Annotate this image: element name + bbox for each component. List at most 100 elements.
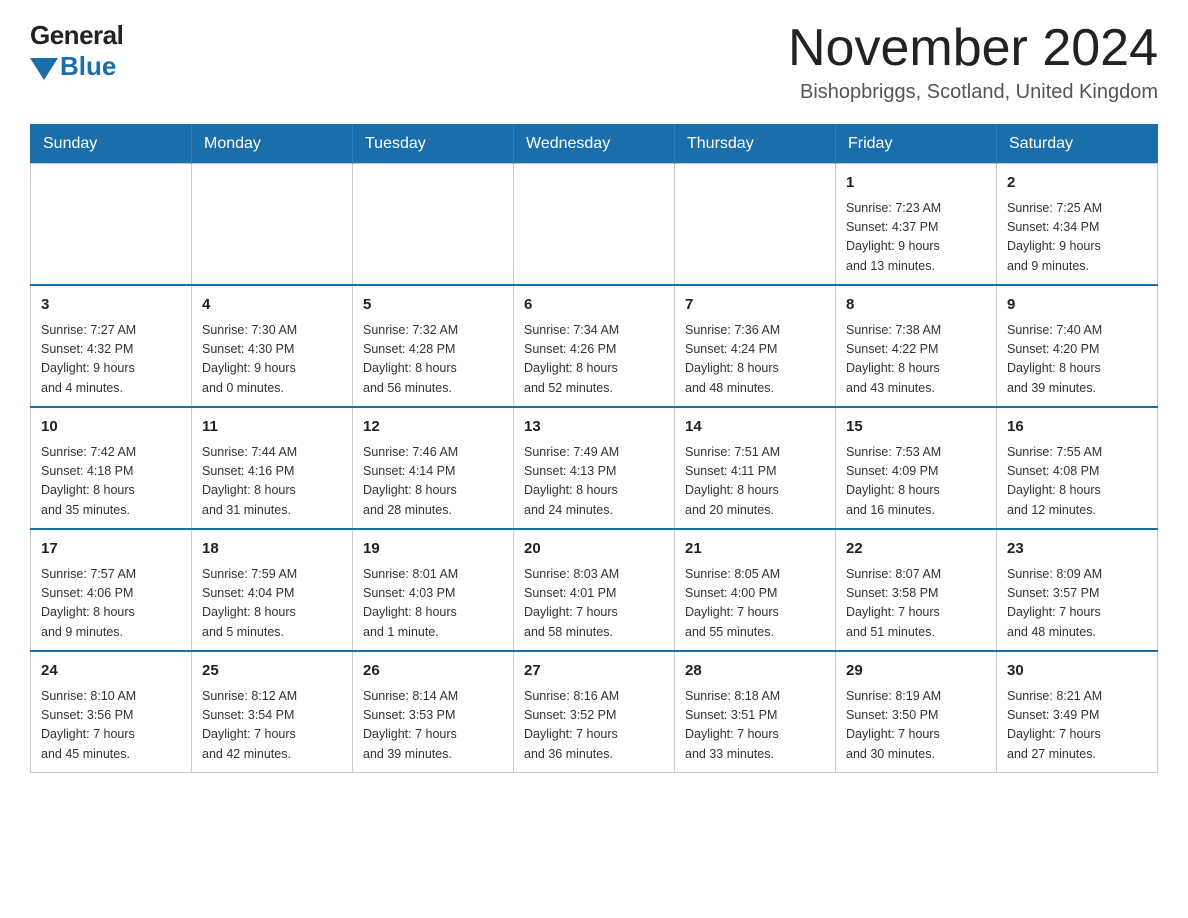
day-info: Sunrise: 7:51 AM Sunset: 4:11 PM Dayligh… [685,443,825,521]
weekday-header-monday: Monday [192,125,353,164]
weekday-header-tuesday: Tuesday [353,125,514,164]
calendar-week-row: 24 Sunrise: 8:10 AM Sunset: 3:56 PM Dayli… [31,651,1158,773]
day-info: Sunrise: 7:27 AM Sunset: 4:32 PM Dayligh… [41,321,181,399]
day-number: 18 [202,538,342,561]
day-number: 24 [41,660,181,683]
day-number: 26 [363,660,503,683]
day-number: 13 [524,416,664,439]
calendar-cell: 8 Sunrise: 7:38 AM Sunset: 4:22 PM Daylig… [836,285,997,407]
calendar-cell: 15 Sunrise: 7:53 AM Sunset: 4:09 PM Dayli… [836,407,997,529]
weekday-header-friday: Friday [836,125,997,164]
calendar-cell: 16Sunrise: 7:55 AM Sunset: 4:08 PM Dayli… [997,407,1158,529]
calendar-cell: 6Sunrise: 7:34 AM Sunset: 4:26 PM Daylig… [514,285,675,407]
day-info: Sunrise: 7:32 AM Sunset: 4:28 PM Dayligh… [363,321,503,399]
calendar-cell: 24 Sunrise: 8:10 AM Sunset: 3:56 PM Dayli… [31,651,192,773]
day-info: Sunrise: 7:55 AM Sunset: 4:08 PM Dayligh… [1007,443,1147,521]
day-number: 10 [41,416,181,439]
day-info: Sunrise: 7:38 AM Sunset: 4:22 PM Dayligh… [846,321,986,399]
calendar-week-row: 3 Sunrise: 7:27 AM Sunset: 4:32 PM Daylig… [31,285,1158,407]
location-title: Bishopbriggs, Scotland, United Kingdom [788,81,1158,104]
calendar-week-row: 1 Sunrise: 7:23 AM Sunset: 4:37 PM Daylig… [31,164,1158,286]
day-info: Sunrise: 8:16 AM Sunset: 3:52 PM Dayligh… [524,687,664,765]
day-number: 8 [846,294,986,317]
calendar-cell [353,164,514,286]
day-info: Sunrise: 7:42 AM Sunset: 4:18 PM Dayligh… [41,443,181,521]
day-info: Sunrise: 8:10 AM Sunset: 3:56 PM Dayligh… [41,687,181,765]
calendar-cell: 21 Sunrise: 8:05 AM Sunset: 4:00 PM Dayli… [675,529,836,651]
calendar-week-row: 17 Sunrise: 7:57 AM Sunset: 4:06 PM Dayli… [31,529,1158,651]
day-number: 4 [202,294,342,317]
day-info: Sunrise: 7:49 AM Sunset: 4:13 PM Dayligh… [524,443,664,521]
weekday-header-row: SundayMondayTuesdayWednesdayThursdayFrid… [31,125,1158,164]
calendar-cell: 9 Sunrise: 7:40 AM Sunset: 4:20 PM Daylig… [997,285,1158,407]
calendar-cell: 18 Sunrise: 7:59 AM Sunset: 4:04 PM Dayli… [192,529,353,651]
day-number: 27 [524,660,664,683]
day-number: 19 [363,538,503,561]
day-number: 14 [685,416,825,439]
day-number: 2 [1007,172,1147,195]
day-number: 15 [846,416,986,439]
calendar-week-row: 10 Sunrise: 7:42 AM Sunset: 4:18 PM Dayli… [31,407,1158,529]
day-number: 21 [685,538,825,561]
logo-general-text: General [30,20,123,51]
calendar-cell: 11 Sunrise: 7:44 AM Sunset: 4:16 PM Dayli… [192,407,353,529]
calendar-cell: 20 Sunrise: 8:03 AM Sunset: 4:01 PM Dayli… [514,529,675,651]
calendar-cell: 2Sunrise: 7:25 AM Sunset: 4:34 PM Daylig… [997,164,1158,286]
calendar-cell: 19 Sunrise: 8:01 AM Sunset: 4:03 PM Dayli… [353,529,514,651]
day-info: Sunrise: 7:23 AM Sunset: 4:37 PM Dayligh… [846,199,986,277]
day-info: Sunrise: 8:21 AM Sunset: 3:49 PM Dayligh… [1007,687,1147,765]
day-number: 29 [846,660,986,683]
weekday-header-wednesday: Wednesday [514,125,675,164]
day-number: 25 [202,660,342,683]
calendar-cell: 13 Sunrise: 7:49 AM Sunset: 4:13 PM Dayli… [514,407,675,529]
day-info: Sunrise: 7:57 AM Sunset: 4:06 PM Dayligh… [41,565,181,643]
month-title: November 2024 [788,20,1158,77]
logo: General Blue [30,20,123,82]
day-info: Sunrise: 8:05 AM Sunset: 4:00 PM Dayligh… [685,565,825,643]
calendar-cell: 25 Sunrise: 8:12 AM Sunset: 3:54 PM Dayli… [192,651,353,773]
day-number: 20 [524,538,664,561]
calendar-cell: 12Sunrise: 7:46 AM Sunset: 4:14 PM Dayli… [353,407,514,529]
calendar-cell: 23Sunrise: 8:09 AM Sunset: 3:57 PM Dayli… [997,529,1158,651]
calendar-cell: 1 Sunrise: 7:23 AM Sunset: 4:37 PM Daylig… [836,164,997,286]
day-number: 5 [363,294,503,317]
day-info: Sunrise: 8:01 AM Sunset: 4:03 PM Dayligh… [363,565,503,643]
day-number: 3 [41,294,181,317]
day-number: 30 [1007,660,1147,683]
day-info: Sunrise: 7:44 AM Sunset: 4:16 PM Dayligh… [202,443,342,521]
day-info: Sunrise: 7:36 AM Sunset: 4:24 PM Dayligh… [685,321,825,399]
day-number: 12 [363,416,503,439]
calendar-cell: 5 Sunrise: 7:32 AM Sunset: 4:28 PM Daylig… [353,285,514,407]
calendar-cell: 30 Sunrise: 8:21 AM Sunset: 3:49 PM Dayli… [997,651,1158,773]
day-number: 22 [846,538,986,561]
day-number: 1 [846,172,986,195]
day-info: Sunrise: 8:19 AM Sunset: 3:50 PM Dayligh… [846,687,986,765]
day-info: Sunrise: 8:07 AM Sunset: 3:58 PM Dayligh… [846,565,986,643]
logo-blue-row: Blue [30,51,116,82]
logo-blue-text: Blue [60,51,116,82]
day-info: Sunrise: 7:59 AM Sunset: 4:04 PM Dayligh… [202,565,342,643]
calendar-cell [192,164,353,286]
calendar-cell [31,164,192,286]
calendar-table: SundayMondayTuesdayWednesdayThursdayFrid… [30,124,1158,773]
calendar-cell: 10 Sunrise: 7:42 AM Sunset: 4:18 PM Dayli… [31,407,192,529]
calendar-cell: 3 Sunrise: 7:27 AM Sunset: 4:32 PM Daylig… [31,285,192,407]
day-info: Sunrise: 8:14 AM Sunset: 3:53 PM Dayligh… [363,687,503,765]
calendar-cell [514,164,675,286]
day-info: Sunrise: 8:03 AM Sunset: 4:01 PM Dayligh… [524,565,664,643]
day-info: Sunrise: 8:12 AM Sunset: 3:54 PM Dayligh… [202,687,342,765]
calendar-cell: 14 Sunrise: 7:51 AM Sunset: 4:11 PM Dayli… [675,407,836,529]
day-number: 11 [202,416,342,439]
day-info: Sunrise: 8:18 AM Sunset: 3:51 PM Dayligh… [685,687,825,765]
weekday-header-sunday: Sunday [31,125,192,164]
day-info: Sunrise: 7:40 AM Sunset: 4:20 PM Dayligh… [1007,321,1147,399]
day-info: Sunrise: 7:34 AM Sunset: 4:26 PM Dayligh… [524,321,664,399]
calendar-cell: 7Sunrise: 7:36 AM Sunset: 4:24 PM Daylig… [675,285,836,407]
day-info: Sunrise: 7:53 AM Sunset: 4:09 PM Dayligh… [846,443,986,521]
day-number: 9 [1007,294,1147,317]
day-info: Sunrise: 7:30 AM Sunset: 4:30 PM Dayligh… [202,321,342,399]
logo-triangle-icon [30,58,58,80]
calendar-cell: 26 Sunrise: 8:14 AM Sunset: 3:53 PM Dayli… [353,651,514,773]
day-number: 17 [41,538,181,561]
day-number: 23 [1007,538,1147,561]
